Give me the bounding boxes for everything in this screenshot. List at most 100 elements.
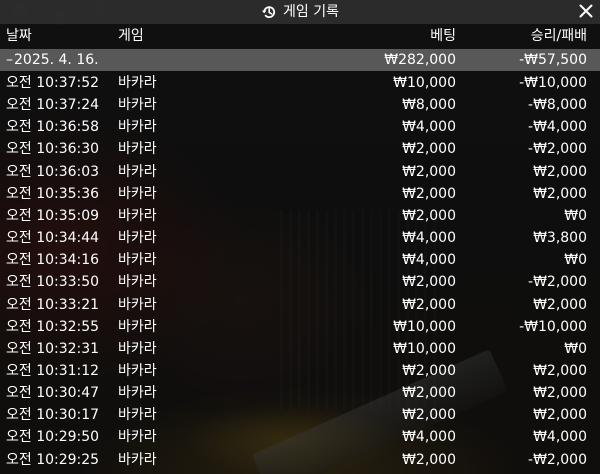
collapse-toggle[interactable]: – bbox=[6, 52, 13, 68]
row-time: 오전 10:34:16 bbox=[6, 252, 100, 269]
row-result: -₩2,000 bbox=[528, 274, 587, 291]
row-game: 바카라 bbox=[118, 362, 157, 379]
row-bet: ₩8,000 bbox=[402, 97, 456, 114]
table-row[interactable]: 오전 10:34:16 바카라 ₩4,000 ₩0 bbox=[0, 248, 600, 272]
table-row[interactable]: 오전 10:30:47 바카라 ₩2,000 ₩2,000 bbox=[0, 381, 600, 405]
row-result: ₩2,000 bbox=[533, 163, 587, 180]
column-header-result[interactable]: 승리/패배 bbox=[531, 24, 587, 48]
table-row[interactable]: 오전 10:29:25 바카라 ₩2,000 -₩2,000 bbox=[0, 448, 600, 472]
row-time: 오전 10:35:09 bbox=[6, 207, 100, 224]
row-bet: ₩2,000 bbox=[402, 207, 456, 224]
row-bet: ₩10,000 bbox=[393, 340, 456, 357]
row-game: 바카라 bbox=[118, 385, 157, 402]
row-game: 바카라 bbox=[118, 230, 157, 247]
table-row[interactable]: 오전 10:33:21 바카라 ₩2,000 ₩2,000 bbox=[0, 293, 600, 317]
row-time: 오전 10:29:50 bbox=[6, 429, 100, 446]
row-bet: ₩4,000 bbox=[402, 119, 456, 136]
table-row[interactable]: 오전 10:37:24 바카라 ₩8,000 -₩8,000 bbox=[0, 93, 600, 117]
row-bet: ₩2,000 bbox=[402, 163, 456, 180]
row-result: ₩3,800 bbox=[533, 230, 587, 247]
panel-title: 게임 기록 bbox=[283, 4, 339, 20]
row-bet: ₩2,000 bbox=[402, 407, 456, 424]
row-result: -₩10,000 bbox=[519, 75, 587, 91]
table-row[interactable]: 오전 10:33:50 바카라 ₩2,000 -₩2,000 bbox=[0, 270, 600, 294]
row-time: 오전 10:37:52 bbox=[6, 75, 100, 91]
row-bet: ₩4,000 bbox=[402, 429, 456, 446]
date-group-result-total: -₩57,500 bbox=[519, 52, 587, 68]
column-header-bet[interactable]: 베팅 bbox=[430, 24, 456, 48]
row-time: 오전 10:29:25 bbox=[6, 451, 100, 468]
row-result: ₩0 bbox=[564, 207, 587, 224]
title-group: 게임 기록 bbox=[0, 0, 600, 24]
table-row[interactable]: 오전 10:36:58 바카라 ₩4,000 -₩4,000 bbox=[0, 115, 600, 139]
title-bar: 게임 기록 bbox=[0, 0, 600, 24]
table-row[interactable]: 오전 10:32:55 바카라 ₩10,000 -₩10,000 bbox=[0, 315, 600, 339]
row-bet: ₩4,000 bbox=[402, 252, 456, 269]
table-row[interactable]: 오전 10:36:03 바카라 ₩2,000 ₩2,000 bbox=[0, 160, 600, 184]
row-result: ₩2,000 bbox=[533, 185, 587, 202]
row-time: 오전 10:34:44 bbox=[6, 230, 100, 247]
row-bet: ₩10,000 bbox=[393, 318, 456, 335]
row-game: 바카라 bbox=[118, 252, 157, 269]
column-header-row: 날짜 게임 베팅 승리/패배 bbox=[0, 24, 600, 48]
table-row[interactable]: 오전 10:37:52 바카라 ₩10,000 -₩10,000 bbox=[0, 71, 600, 95]
row-result: ₩0 bbox=[564, 340, 587, 357]
row-game: 바카라 bbox=[118, 274, 157, 291]
row-result: ₩2,000 bbox=[533, 362, 587, 379]
date-group-date: 2025. 4. 16. bbox=[14, 52, 99, 68]
table-row[interactable]: 오전 10:34:44 바카라 ₩4,000 ₩3,800 bbox=[0, 226, 600, 250]
table-row[interactable]: 오전 10:32:31 바카라 ₩10,000 ₩0 bbox=[0, 337, 600, 361]
table-row[interactable]: 오전 10:36:30 바카라 ₩2,000 -₩2,000 bbox=[0, 137, 600, 161]
row-bet: ₩10,000 bbox=[393, 75, 456, 91]
row-time: 오전 10:36:30 bbox=[6, 141, 100, 158]
row-time: 오전 10:32:31 bbox=[6, 340, 100, 357]
row-time: 오전 10:37:24 bbox=[6, 97, 100, 114]
row-time: 오전 10:30:47 bbox=[6, 385, 100, 402]
row-time: 오전 10:30:17 bbox=[6, 407, 100, 424]
row-game: 바카라 bbox=[118, 340, 157, 357]
row-bet: ₩2,000 bbox=[402, 385, 456, 402]
close-button[interactable] bbox=[576, 3, 596, 21]
table-row[interactable]: 오전 10:29:50 바카라 ₩4,000 ₩4,000 bbox=[0, 425, 600, 449]
row-game: 바카라 bbox=[118, 451, 157, 468]
row-time: 오전 10:33:50 bbox=[6, 274, 100, 291]
table-row[interactable]: 오전 10:35:36 바카라 ₩2,000 ₩2,000 bbox=[0, 182, 600, 206]
row-game: 바카라 bbox=[118, 296, 157, 313]
row-bet: ₩2,000 bbox=[402, 296, 456, 313]
row-result: ₩2,000 bbox=[533, 296, 587, 313]
row-result: ₩2,000 bbox=[533, 407, 587, 424]
row-result: -₩10,000 bbox=[519, 318, 587, 335]
row-game: 바카라 bbox=[118, 75, 157, 91]
row-game: 바카라 bbox=[118, 141, 157, 158]
date-group-label: –2025. 4. 16. bbox=[6, 49, 99, 71]
history-icon bbox=[261, 4, 277, 20]
row-bet: ₩2,000 bbox=[402, 451, 456, 468]
row-result: ₩0 bbox=[564, 252, 587, 269]
row-bet: ₩2,000 bbox=[402, 362, 456, 379]
row-bet: ₩2,000 bbox=[402, 185, 456, 202]
column-header-date[interactable]: 날짜 bbox=[6, 24, 32, 48]
row-time: 오전 10:33:21 bbox=[6, 296, 100, 313]
row-time: 오전 10:36:03 bbox=[6, 163, 100, 180]
column-header-game[interactable]: 게임 bbox=[118, 24, 144, 48]
row-game: 바카라 bbox=[118, 207, 157, 224]
date-group-bet-total: ₩282,000 bbox=[384, 52, 456, 68]
row-bet: ₩2,000 bbox=[402, 141, 456, 158]
row-bet: ₩4,000 bbox=[402, 230, 456, 247]
close-icon[interactable] bbox=[579, 3, 593, 22]
row-game: 바카라 bbox=[118, 119, 157, 136]
row-time: 오전 10:35:36 bbox=[6, 185, 100, 202]
row-result: -₩2,000 bbox=[528, 451, 587, 468]
table-row[interactable]: 오전 10:35:09 바카라 ₩2,000 ₩0 bbox=[0, 204, 600, 228]
row-game: 바카라 bbox=[118, 407, 157, 424]
row-game: 바카라 bbox=[118, 163, 157, 180]
row-time: 오전 10:31:12 bbox=[6, 362, 100, 379]
row-result: -₩2,000 bbox=[528, 141, 587, 158]
row-time: 오전 10:32:55 bbox=[6, 318, 100, 335]
game-history-panel: 게임 기록 날짜 게임 베팅 승리/패배 –2025. 4. 16. ₩282,… bbox=[0, 0, 600, 474]
table-row[interactable]: 오전 10:30:17 바카라 ₩2,000 ₩2,000 bbox=[0, 403, 600, 427]
table-row[interactable]: 오전 10:31:12 바카라 ₩2,000 ₩2,000 bbox=[0, 359, 600, 383]
date-group-row[interactable]: –2025. 4. 16. ₩282,000 -₩57,500 bbox=[0, 49, 600, 71]
row-result: ₩2,000 bbox=[533, 385, 587, 402]
row-result: ₩4,000 bbox=[533, 429, 587, 446]
